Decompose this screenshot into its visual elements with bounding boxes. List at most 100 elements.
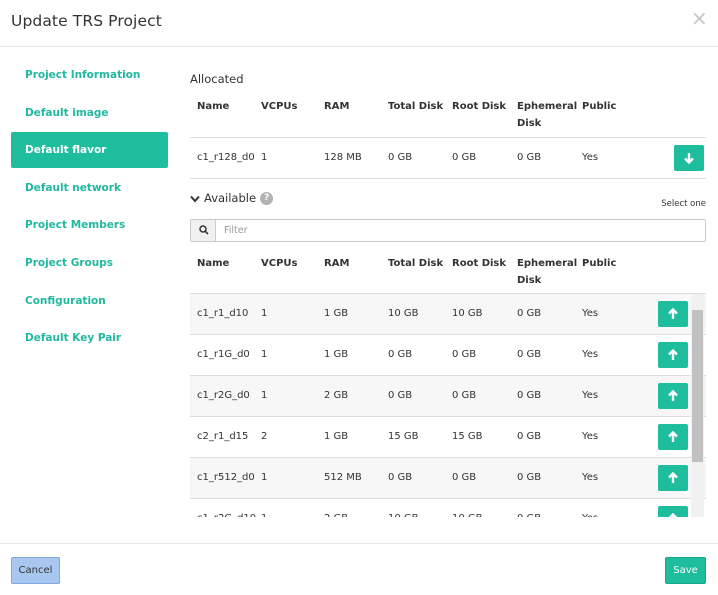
cell-total-disk: 15 GB — [388, 431, 419, 442]
cell-vcpus: 1 — [261, 152, 268, 163]
column-header-ram: RAM — [324, 255, 349, 272]
available-table-body: c1_r1_d10 1 1 GB 10 GB 10 GB 0 GB Yes c1_r1G_d0… — [190, 293, 706, 517]
cell-root-disk: 0 GB — [452, 349, 477, 360]
allocate-button[interactable] — [658, 424, 688, 450]
available-scrollbar[interactable] — [691, 294, 704, 517]
arrow-up-icon — [668, 390, 678, 401]
allocate-button[interactable] — [658, 301, 688, 327]
allocated-title: Allocated — [190, 72, 244, 86]
table-row: c1_r2G_d0 1 2 GB 0 GB 0 GB 0 GB Yes — [190, 375, 706, 416]
nav-item-project-members[interactable]: Project Members — [11, 207, 168, 243]
flavor-panel: Allocated Name VCPUs RAM Total Disk Root Dis… — [190, 60, 706, 543]
nav-item-default-key-pair[interactable]: Default Key Pair — [11, 320, 168, 356]
allocated-table-header: Name VCPUs RAM Total Disk Root Disk Ephemeral… — [190, 94, 706, 138]
cell-root-disk: 0 GB — [452, 472, 477, 483]
allocate-button[interactable] — [658, 342, 688, 368]
cell-vcpus: 1 — [261, 308, 268, 319]
column-header-label: VCPUs — [261, 101, 298, 112]
column-header-label: Public — [582, 258, 617, 269]
modal-title: Update TRS Project — [11, 12, 162, 30]
arrow-up-icon — [668, 513, 678, 517]
table-row: c1_r1G_d0 1 1 GB 0 GB 0 GB 0 GB Yes — [190, 334, 706, 375]
nav-item-project-information[interactable]: Project Information — [11, 57, 168, 93]
cell-public: Yes — [582, 499, 598, 517]
column-header-name: Name — [197, 98, 229, 115]
cell-ephemeral-disk: 0 GB — [517, 499, 541, 517]
nav-item-default-flavor[interactable]: Default flavor — [11, 132, 168, 169]
allocate-button[interactable] — [658, 383, 688, 409]
column-header-vcpus: VCPUs — [261, 255, 297, 272]
column-header-label: RAM — [324, 101, 350, 112]
select-hint: Select one — [661, 199, 706, 209]
column-header-label-line2: Disk — [517, 118, 542, 129]
cell-name: c1_r2G_d0 — [197, 390, 250, 401]
cell-total-disk: 0 GB — [388, 152, 413, 163]
cell-total-disk: 0 GB — [388, 349, 413, 360]
modal-footer: Cancel Save — [0, 543, 718, 595]
column-header-label: Root Disk — [452, 101, 507, 112]
cell-ram: 2 GB — [324, 390, 349, 401]
save-button[interactable]: Save — [665, 557, 706, 584]
table-row: c1_r512_d0 1 512 MB 0 GB 0 GB 0 GB Yes — [190, 457, 706, 498]
arrow-up-icon — [668, 349, 678, 360]
cell-root-disk: 10 GB — [452, 308, 483, 319]
table-row: c1_r1_d10 1 1 GB 10 GB 10 GB 0 GB Yes — [190, 293, 706, 334]
column-header-root-disk: Root Disk — [452, 255, 506, 272]
cell-public: Yes — [582, 431, 599, 442]
column-header-total-disk: Total Disk — [388, 255, 443, 272]
column-header-label: Ephemeral — [517, 258, 578, 269]
allocate-button[interactable] — [658, 465, 688, 491]
available-toggle[interactable]: Available? — [190, 191, 274, 206]
cell-vcpus: 1 — [261, 349, 268, 360]
column-header-label: Name — [197, 101, 230, 112]
scrollbar-thumb[interactable] — [692, 310, 703, 462]
wizard-nav: Project Information Default image Defaul… — [11, 57, 168, 358]
table-row: c2_r1_d15 2 1 GB 15 GB 15 GB 0 GB Yes — [190, 416, 706, 457]
column-header-root-disk: Root Disk — [452, 98, 506, 115]
cell-ram: 1 GB — [324, 349, 349, 360]
cell-public: Yes — [582, 152, 599, 163]
column-header-ephemeral-disk: Ephemeral Disk — [517, 255, 577, 289]
cell-vcpus: 1 — [261, 499, 267, 517]
cell-vcpus: 1 — [261, 472, 268, 483]
cell-ram: 1 GB — [324, 308, 349, 319]
close-icon[interactable]: × — [691, 8, 708, 28]
cancel-button[interactable]: Cancel — [11, 557, 60, 584]
cell-ram: 512 MB — [324, 472, 362, 483]
column-header-label: RAM — [324, 258, 350, 269]
allocate-button[interactable] — [658, 506, 688, 517]
column-header-ephemeral-disk: Ephemeral Disk — [517, 98, 577, 132]
arrow-up-icon — [668, 308, 678, 319]
cell-root-disk: 0 GB — [452, 152, 477, 163]
cell-ram: 2 GB — [324, 499, 348, 517]
deallocate-button[interactable] — [674, 145, 704, 171]
cell-ephemeral-disk: 0 GB — [517, 308, 542, 319]
cell-total-disk: 0 GB — [388, 390, 413, 401]
nav-item-project-groups[interactable]: Project Groups — [11, 245, 168, 281]
cell-public: Yes — [582, 472, 599, 483]
cell-name: c1_r2G_d10 — [197, 499, 256, 517]
nav-item-default-network[interactable]: Default network — [11, 170, 168, 206]
cell-total-disk: 10 GB — [388, 499, 419, 517]
column-header-label: Ephemeral — [517, 101, 578, 112]
modal-header: Update TRS Project × — [0, 0, 718, 47]
nav-item-configuration[interactable]: Configuration — [11, 283, 168, 319]
cell-root-disk: 10 GB — [452, 499, 483, 517]
cell-name: c1_r1G_d0 — [197, 349, 250, 360]
cell-total-disk: 10 GB — [388, 308, 419, 319]
cell-total-disk: 0 GB — [388, 472, 413, 483]
filter-field — [190, 219, 706, 242]
nav-item-default-image[interactable]: Default image — [11, 95, 168, 131]
cell-root-disk: 15 GB — [452, 431, 483, 442]
filter-input[interactable] — [217, 220, 705, 241]
column-header-public: Public — [582, 255, 616, 272]
help-icon[interactable]: ? — [260, 192, 274, 205]
column-header-label: Root Disk — [452, 258, 507, 269]
column-header-label-line2: Disk — [517, 275, 542, 286]
cell-ephemeral-disk: 0 GB — [517, 390, 542, 401]
column-header-label: Total Disk — [388, 258, 444, 269]
arrow-up-icon — [668, 431, 678, 442]
cell-name: c2_r1_d15 — [197, 431, 249, 442]
cell-ephemeral-disk: 0 GB — [517, 349, 542, 360]
chevron-down-icon — [190, 192, 200, 206]
